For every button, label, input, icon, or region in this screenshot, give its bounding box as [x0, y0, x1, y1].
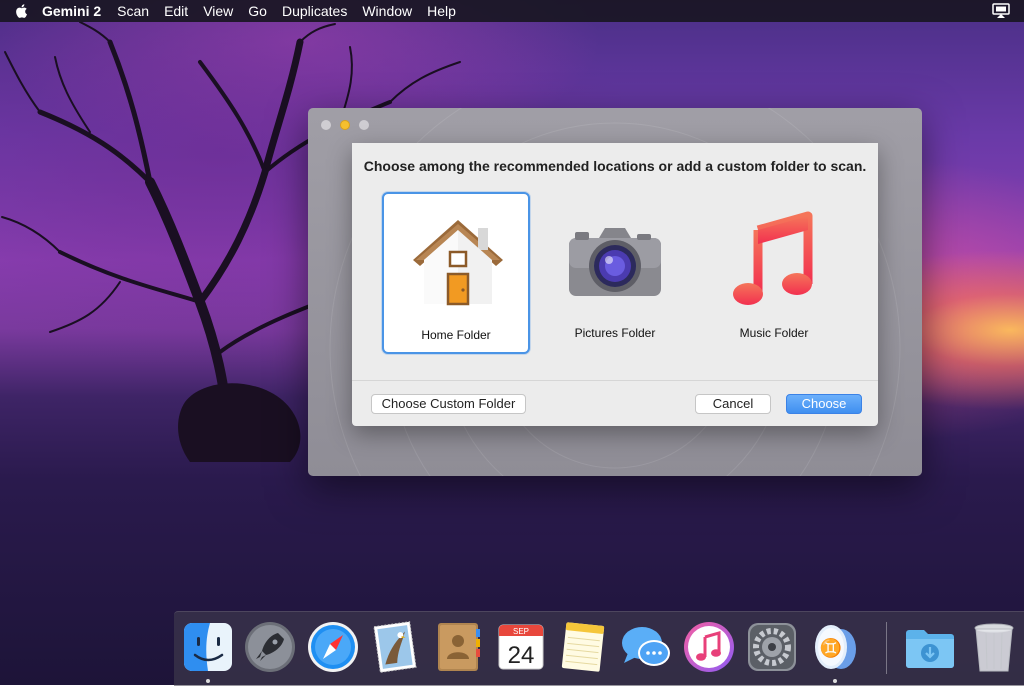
menu-bar: Gemini 2 Scan Edit View Go Duplicates Wi… — [0, 0, 1024, 22]
music-note-icon — [733, 211, 813, 305]
music-folder-label: Music Folder — [739, 326, 809, 340]
choose-button[interactable]: Choose — [786, 394, 862, 414]
apple-menu-icon[interactable] — [14, 3, 30, 19]
airplay-display-icon[interactable] — [992, 3, 1010, 19]
menu-edit[interactable]: Edit — [164, 3, 188, 19]
finder-running-indicator — [206, 679, 210, 683]
messages-icon[interactable] — [618, 619, 674, 675]
home-folder-label: Home Folder — [421, 328, 491, 342]
cancel-button[interactable]: Cancel — [695, 394, 771, 414]
dock-separator — [886, 622, 887, 674]
menu-help[interactable]: Help — [427, 3, 456, 19]
menu-scan[interactable]: Scan — [117, 3, 149, 19]
camera-icon — [569, 228, 661, 296]
menu-duplicates[interactable]: Duplicates — [282, 3, 347, 19]
finder-icon[interactable] — [180, 619, 236, 675]
menu-go[interactable]: Go — [248, 3, 267, 19]
choose-custom-folder-button[interactable]: Choose Custom Folder — [371, 394, 526, 414]
calendar-day: 24 — [508, 642, 535, 669]
dialog-divider — [352, 380, 878, 381]
location-home-folder[interactable]: Home Folder — [382, 192, 530, 354]
gemini-icon[interactable]: ♊ — [807, 619, 863, 675]
svg-text:♊: ♊ — [820, 637, 842, 659]
itunes-icon[interactable] — [681, 619, 737, 675]
window-minimize-button[interactable] — [340, 120, 350, 130]
pictures-folder-label: Pictures Folder — [574, 326, 656, 340]
house-icon — [413, 220, 503, 306]
dialog-title: Choose among the recommended locations o… — [363, 158, 867, 174]
location-pictures-folder[interactable]: Pictures Folder — [541, 192, 689, 354]
trash-icon[interactable] — [966, 619, 1022, 675]
mail-icon[interactable] — [367, 619, 423, 675]
notes-icon[interactable] — [555, 619, 611, 675]
calendar-icon[interactable]: SEP 24 — [493, 619, 549, 675]
downloads-folder-icon[interactable] — [902, 619, 958, 675]
window-close-button[interactable] — [321, 120, 331, 130]
safari-icon[interactable] — [305, 619, 361, 675]
launchpad-icon[interactable] — [242, 619, 298, 675]
location-music-folder[interactable]: Music Folder — [700, 192, 848, 354]
contacts-icon[interactable] — [430, 619, 486, 675]
window-zoom-button[interactable] — [359, 120, 369, 130]
menu-view[interactable]: View — [203, 3, 233, 19]
gemini-running-indicator — [833, 679, 837, 683]
app-menu[interactable]: Gemini 2 — [42, 3, 101, 19]
location-picker-sheet: Choose among the recommended locations o… — [352, 143, 878, 426]
menu-window[interactable]: Window — [362, 3, 412, 19]
dock: SEP 24 ♊ — [174, 611, 1024, 686]
system-preferences-icon[interactable] — [744, 619, 800, 675]
calendar-month: SEP — [513, 627, 529, 636]
